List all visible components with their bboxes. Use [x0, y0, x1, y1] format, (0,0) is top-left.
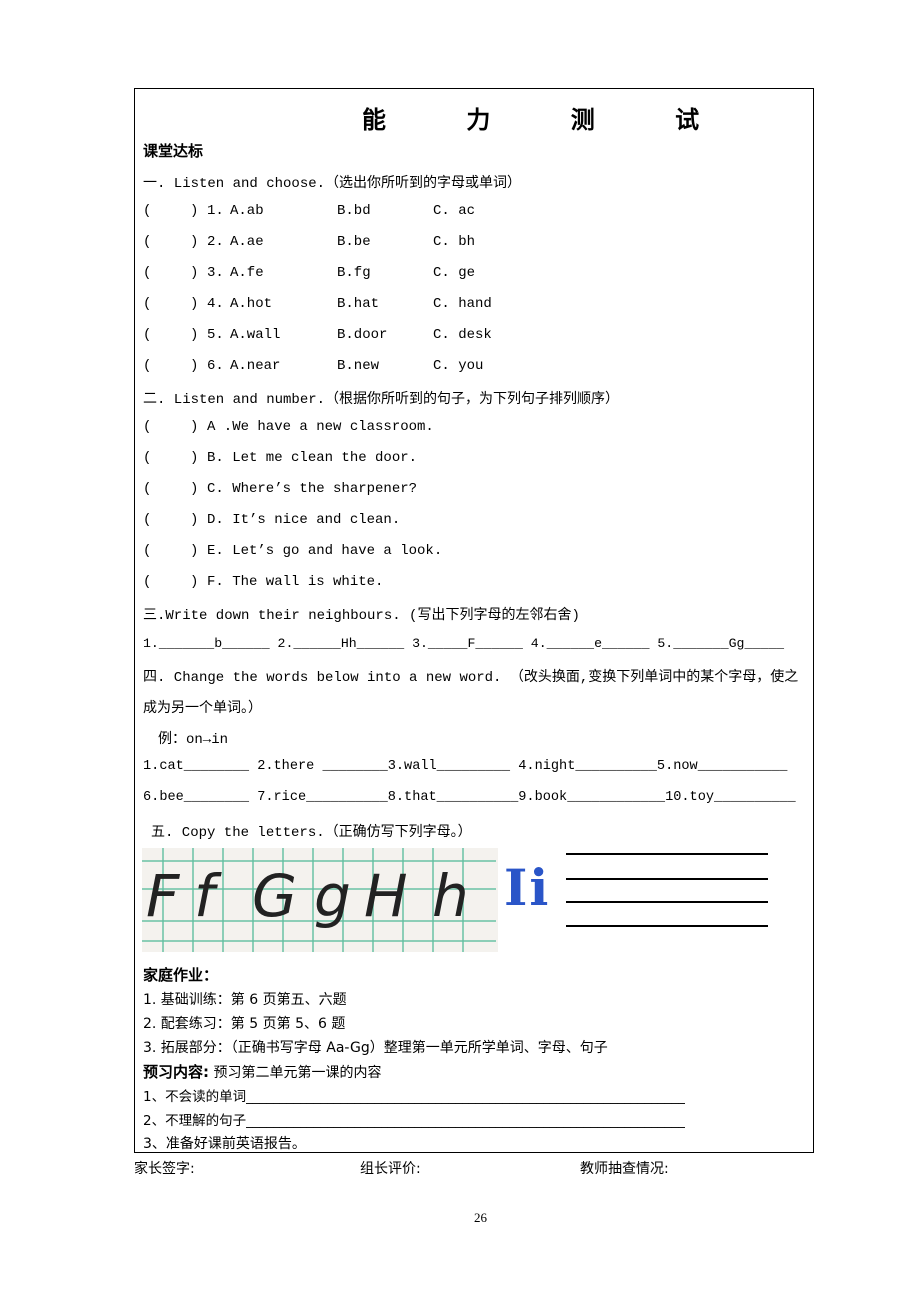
q4-heading-cont: 成为另一个单词。） — [143, 701, 262, 717]
q1-option-b: B.door — [337, 327, 388, 343]
q2-heading: 二. Listen and number.（根据你所听到的句子，为下列句子排列顺… — [143, 392, 620, 408]
copy-line-4 — [566, 925, 768, 927]
q1-option-c: C. ge — [433, 265, 476, 281]
handwriting-sample-image: F f G g H h Ii — [142, 848, 560, 952]
q1-option-b: B.new — [337, 358, 380, 374]
q1-option-b: B.hat — [337, 296, 380, 312]
page-title: 能 力 测 试 — [362, 106, 736, 134]
q2-sentence: D. It’s nice and clean. — [207, 512, 401, 528]
q1-option-b: B.be — [337, 234, 371, 250]
q3-heading: 三.Write down their neighbours. (写出下列字母的左… — [143, 608, 580, 624]
answer-paren-open: ( — [143, 358, 152, 374]
answer-paren-close: ) — [190, 574, 199, 590]
answer-paren-open: ( — [143, 574, 152, 590]
answer-paren-open: ( — [143, 543, 152, 559]
print-letters-Ii: Ii — [504, 858, 551, 917]
hand-letter-G: G — [252, 862, 297, 930]
answer-paren-open: ( — [143, 327, 152, 343]
q1-item-number: 3. — [207, 265, 224, 281]
q1-item-number: 6. — [207, 358, 224, 374]
answer-paren-open: ( — [143, 481, 152, 497]
teacher-check-label: 教师抽查情况: — [580, 1161, 669, 1177]
q4-row-2: 6.bee________ 7.rice__________8.that____… — [143, 790, 796, 805]
q1-option-a: A.ab — [230, 203, 264, 219]
q2-sentence: E. Let’s go and have a look. — [207, 543, 443, 559]
answer-paren-close: ) — [190, 481, 199, 497]
q1-option-b: B.bd — [337, 203, 371, 219]
preview-item-2: 2、不理解的句子________________________________… — [143, 1113, 685, 1129]
preview-item-3: 3、准备好课前英语报告。 — [143, 1136, 306, 1152]
q2-sentence: F. The wall is white. — [207, 574, 384, 590]
q1-option-c: C. bh — [433, 234, 476, 250]
q1-option-c: C. desk — [433, 327, 492, 343]
q1-item-number: 5. — [207, 327, 224, 343]
homework-item-1: 1. 基础训练：第 6 页第五、六题 — [143, 992, 347, 1008]
q1-item-number: 1. — [207, 203, 224, 219]
q2-sentence: A .We have a new classroom. — [207, 419, 434, 435]
section-class-heading: 课堂达标 — [143, 142, 204, 160]
answer-paren-close: ) — [190, 296, 199, 312]
q1-item-number: 4. — [207, 296, 224, 312]
answer-paren-open: ( — [143, 512, 152, 528]
answer-paren-open: ( — [143, 203, 152, 219]
copy-line-2 — [566, 878, 768, 880]
parent-signature-label: 家长签字: — [134, 1161, 195, 1177]
q5-heading: 五. Copy the letters.（正确仿写下列字母。） — [151, 825, 472, 841]
copy-line-1 — [566, 853, 768, 855]
homework-item-3: 3. 拓展部分：（正确书写字母 Aa-Gg）整理第一单元所学单词、字母、句子 — [143, 1040, 608, 1056]
answer-paren-close: ) — [190, 265, 199, 281]
hand-letter-H: H — [364, 862, 408, 930]
hand-letter-g: g — [314, 862, 351, 930]
answer-paren-close: ) — [190, 419, 199, 435]
q1-option-c: C. ac — [433, 203, 476, 219]
preview-item-1: 1、不会读的单词________________________________… — [143, 1089, 685, 1105]
answer-paren-close: ) — [190, 543, 199, 559]
answer-paren-close: ) — [190, 203, 199, 219]
answer-paren-close: ) — [190, 234, 199, 250]
answer-paren-close: ) — [190, 450, 199, 466]
q3-blanks: 1._______b______ 2.______Hh______ 3.____… — [143, 636, 785, 651]
preview-heading: 预习内容: — [143, 1063, 209, 1081]
answer-paren-open: ( — [143, 296, 152, 312]
q1-option-c: C. hand — [433, 296, 492, 312]
q2-sentence: C. Where’s the sharpener? — [207, 481, 418, 497]
answer-paren-open: ( — [143, 234, 152, 250]
page-number: 26 — [474, 1210, 487, 1225]
homework-item-2: 2. 配套练习：第 5 页第 5、6 题 — [143, 1016, 346, 1032]
answer-paren-close: ) — [190, 327, 199, 343]
q2-sentence: B. Let me clean the door. — [207, 450, 418, 466]
hand-letter-f: f — [194, 862, 215, 930]
answer-paren-open: ( — [143, 450, 152, 466]
q1-option-a: A.wall — [230, 327, 281, 343]
hand-letter-h: h — [432, 862, 469, 930]
q1-option-a: A.fe — [230, 265, 264, 281]
answer-paren-open: ( — [143, 265, 152, 281]
q1-option-a: A.near — [230, 358, 281, 374]
answer-paren-open: ( — [143, 419, 152, 435]
preview-line: 预习内容: 预习第二单元第一课的内容 — [143, 1061, 381, 1082]
q1-option-a: A.ae — [230, 234, 264, 250]
group-leader-label: 组长评价: — [360, 1161, 421, 1177]
q4-example: 例：on→in — [158, 732, 229, 748]
q1-option-b: B.fg — [337, 265, 371, 281]
hand-letter-F: F — [146, 862, 180, 930]
q1-item-number: 2. — [207, 234, 224, 250]
answer-paren-close: ) — [190, 358, 199, 374]
answer-paren-close: ) — [190, 512, 199, 528]
copy-line-3 — [566, 901, 768, 903]
q4-heading: 四. Change the words below into a new wor… — [143, 670, 799, 686]
q4-row-1: 1.cat________ 2.there ________3.wall____… — [143, 759, 788, 774]
q1-option-a: A.hot — [230, 296, 273, 312]
homework-heading: 家庭作业： — [143, 966, 219, 984]
q1-heading: 一. Listen and choose.（选出你所听到的字母或单词） — [143, 176, 522, 192]
preview-heading-text: 预习第二单元第一课的内容 — [209, 1065, 382, 1081]
q1-option-c: C. you — [433, 358, 484, 374]
